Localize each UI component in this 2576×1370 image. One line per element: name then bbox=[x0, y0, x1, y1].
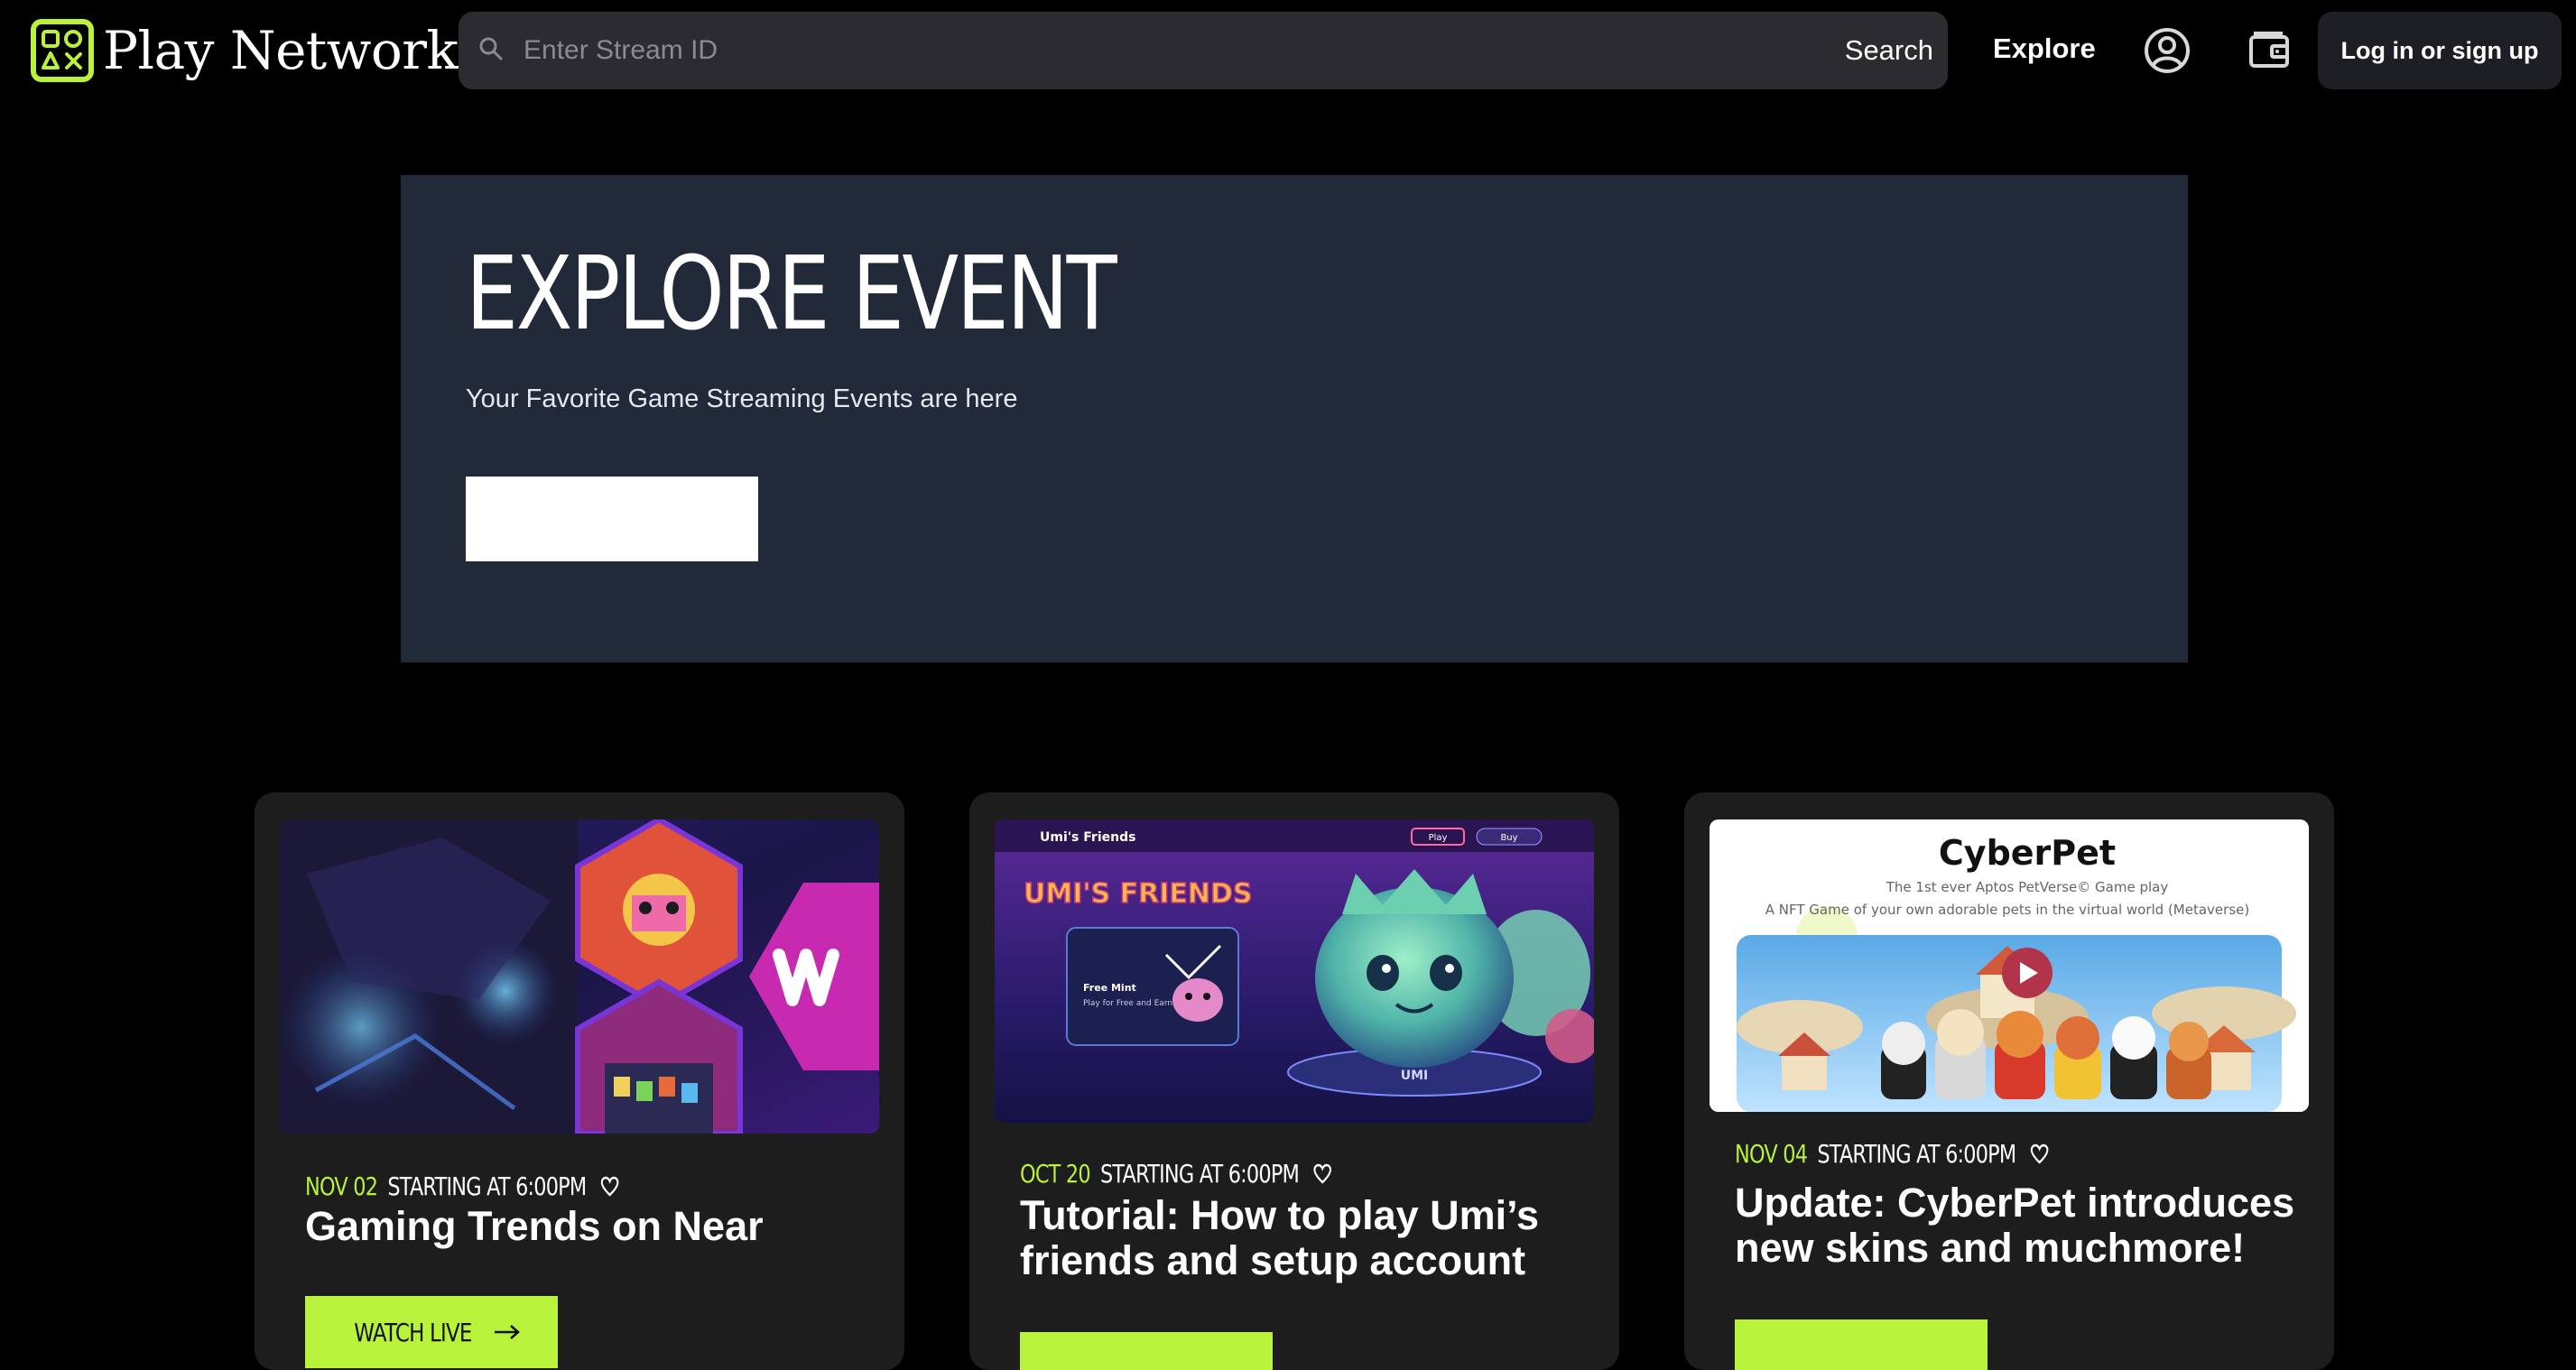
thumb-line2: A NFT Game of your own adorable pets in … bbox=[1765, 902, 2249, 918]
watch-live-button[interactable] bbox=[1020, 1332, 1273, 1370]
event-meta: NOV 04 STARTING AT 6:00PM bbox=[1735, 1139, 2049, 1169]
top-navbar: Play Network Search Explore Log in or si… bbox=[0, 0, 2576, 101]
thumb-pill-1: Play bbox=[1429, 833, 1448, 843]
login-signup-button[interactable]: Log in or sign up bbox=[2318, 12, 2562, 89]
stream-id-input[interactable] bbox=[522, 34, 1845, 67]
hero-cta-button[interactable] bbox=[466, 477, 758, 561]
brand-logo[interactable]: Play Network bbox=[31, 14, 459, 87]
event-title[interactable]: Tutorial: How to play Umi’s friends and … bbox=[1020, 1193, 1598, 1283]
thumb-title: CyberPet bbox=[1939, 833, 2116, 873]
hero-title: EXPLORE EVENT bbox=[466, 236, 1117, 353]
hero-subtitle: Your Favorite Game Streaming Events are … bbox=[466, 384, 1018, 413]
event-date: NOV 02 bbox=[305, 1171, 378, 1201]
watch-live-button[interactable]: WATCH LIVE bbox=[305, 1296, 558, 1368]
event-card-cyberpet[interactable]: CyberPet The 1st ever Aptos PetVerse© Ga… bbox=[1684, 792, 2334, 1370]
play-network-logo-icon bbox=[31, 19, 94, 82]
event-title[interactable]: Gaming Trends on Near bbox=[305, 1204, 883, 1249]
event-thumbnail: Umi's Friends Play Buy UMI'S FRIENDS Fre… bbox=[995, 819, 1594, 1123]
profile-icon[interactable] bbox=[2142, 25, 2192, 76]
thumb-heading: UMI'S FRIENDS bbox=[1024, 878, 1252, 910]
explore-event-hero: EXPLORE EVENT Your Favorite Game Streami… bbox=[401, 175, 2188, 662]
event-time: STARTING AT 6:00PM bbox=[387, 1171, 587, 1201]
search-button[interactable]: Search bbox=[1845, 34, 1933, 67]
event-time: STARTING AT 6:00PM bbox=[1817, 1139, 2016, 1169]
favorite-heart-icon[interactable] bbox=[600, 1176, 619, 1198]
thumb-badge: UMI bbox=[1401, 1069, 1429, 1083]
thumb-line1: The 1st ever Aptos PetVerse© Game play bbox=[1886, 879, 2169, 895]
event-thumbnail: CyberPet The 1st ever Aptos PetVerse© Ga… bbox=[1710, 819, 2309, 1112]
favorite-heart-icon[interactable] bbox=[2030, 1143, 2049, 1165]
watch-live-button[interactable] bbox=[1735, 1319, 1988, 1370]
search-icon bbox=[478, 36, 504, 66]
event-card-umis-friends[interactable]: Umi's Friends Play Buy UMI'S FRIENDS Fre… bbox=[969, 792, 1619, 1370]
thumb-panel-line2: Play for Free and Earn bbox=[1083, 999, 1172, 1008]
event-card-gaming-trends[interactable]: NOV 02 STARTING AT 6:00PM Gaming Trends … bbox=[255, 792, 904, 1370]
event-thumbnail bbox=[280, 819, 879, 1134]
brand-name: Play Network bbox=[103, 20, 459, 81]
event-time: STARTING AT 6:00PM bbox=[1099, 1159, 1300, 1189]
wallet-icon[interactable] bbox=[2244, 25, 2294, 76]
watch-live-label: WATCH LIVE bbox=[353, 1317, 472, 1347]
thumb-pill-2: Buy bbox=[1500, 833, 1517, 843]
thumb-logo-text: Umi's Friends bbox=[1040, 830, 1135, 845]
event-date: NOV 04 bbox=[1735, 1139, 1808, 1169]
thumb-panel-line1: Free Mint bbox=[1083, 982, 1136, 994]
arrow-right-icon bbox=[493, 1323, 522, 1341]
stream-search-bar: Search bbox=[459, 12, 1948, 89]
event-meta: OCT 20 STARTING AT 6:00PM bbox=[1020, 1159, 1332, 1189]
event-date: OCT 20 bbox=[1020, 1159, 1091, 1189]
nav-explore-link[interactable]: Explore bbox=[1993, 32, 2096, 65]
event-title[interactable]: Update: CyberPet introduces new skins an… bbox=[1735, 1180, 2312, 1271]
event-meta: NOV 02 STARTING AT 6:00PM bbox=[305, 1171, 619, 1201]
favorite-heart-icon[interactable] bbox=[1313, 1163, 1332, 1185]
